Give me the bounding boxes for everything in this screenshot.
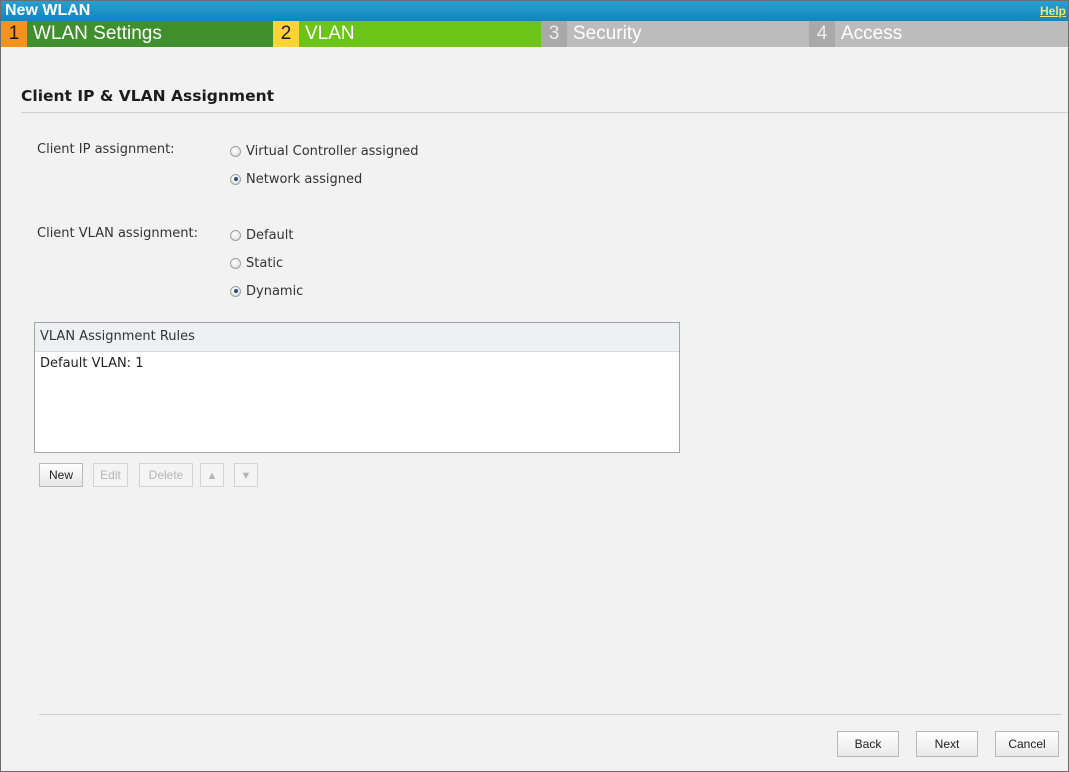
step-vlan[interactable]: 2 VLAN: [273, 21, 541, 47]
radio-default[interactable]: Default: [230, 226, 294, 244]
radio-label: Static: [246, 255, 284, 271]
table-header: VLAN Assignment Rules: [35, 323, 679, 352]
new-rule-button[interactable]: New: [39, 463, 83, 487]
step-number: 2: [273, 21, 299, 47]
radio-virtual-controller-assigned[interactable]: Virtual Controller assigned: [230, 142, 419, 160]
radio-selected-icon: [230, 173, 241, 185]
new-wlan-dialog: New WLAN Help 1 WLAN Settings 2 VLAN 3 S…: [0, 0, 1069, 772]
move-down-button[interactable]: ▼: [234, 463, 258, 487]
section-title: Client IP & VLAN Assignment: [21, 87, 275, 105]
step-label: Security: [573, 23, 642, 44]
step-number: 4: [809, 21, 835, 47]
step-wlan-settings[interactable]: 1 WLAN Settings: [1, 21, 273, 47]
table-row[interactable]: Default VLAN: 1: [35, 352, 679, 376]
step-label: WLAN Settings: [33, 23, 162, 44]
client-ip-label: Client IP assignment:: [37, 142, 175, 157]
move-up-button[interactable]: ▲: [200, 463, 224, 487]
step-label: Access: [841, 23, 903, 44]
radio-dynamic[interactable]: Dynamic: [230, 282, 303, 300]
section-divider: [21, 112, 1068, 113]
delete-rule-button[interactable]: Delete: [139, 463, 193, 487]
step-access[interactable]: 4 Access: [809, 21, 1068, 47]
radio-circle-icon: [230, 257, 241, 269]
cancel-button[interactable]: Cancel: [995, 731, 1059, 757]
radio-label: Default: [246, 227, 294, 243]
radio-selected-icon: [230, 285, 241, 297]
step-number: 1: [1, 21, 27, 47]
vlan-assignment-rules-table: VLAN Assignment Rules Default VLAN: 1: [34, 322, 680, 453]
radio-label: Virtual Controller assigned: [246, 143, 419, 159]
help-link[interactable]: Help: [1040, 4, 1066, 18]
radio-static[interactable]: Static: [230, 254, 283, 272]
step-label: VLAN: [305, 23, 355, 44]
next-button[interactable]: Next: [916, 731, 978, 757]
step-number: 3: [541, 21, 567, 47]
title-bar: New WLAN Help: [1, 1, 1068, 21]
client-vlan-label: Client VLAN assignment:: [37, 226, 198, 241]
edit-rule-button[interactable]: Edit: [93, 463, 128, 487]
radio-label: Dynamic: [246, 283, 304, 299]
radio-label: Network assigned: [246, 171, 363, 187]
arrow-up-icon: ▲: [206, 470, 218, 482]
back-button[interactable]: Back: [837, 731, 899, 757]
arrow-down-icon: ▼: [240, 470, 252, 482]
step-security[interactable]: 3 Security: [541, 21, 809, 47]
radio-network-assigned[interactable]: Network assigned: [230, 170, 362, 188]
footer-divider: [39, 714, 1061, 715]
radio-circle-icon: [230, 145, 241, 157]
radio-circle-icon: [230, 229, 241, 241]
dialog-title: New WLAN: [5, 2, 91, 19]
